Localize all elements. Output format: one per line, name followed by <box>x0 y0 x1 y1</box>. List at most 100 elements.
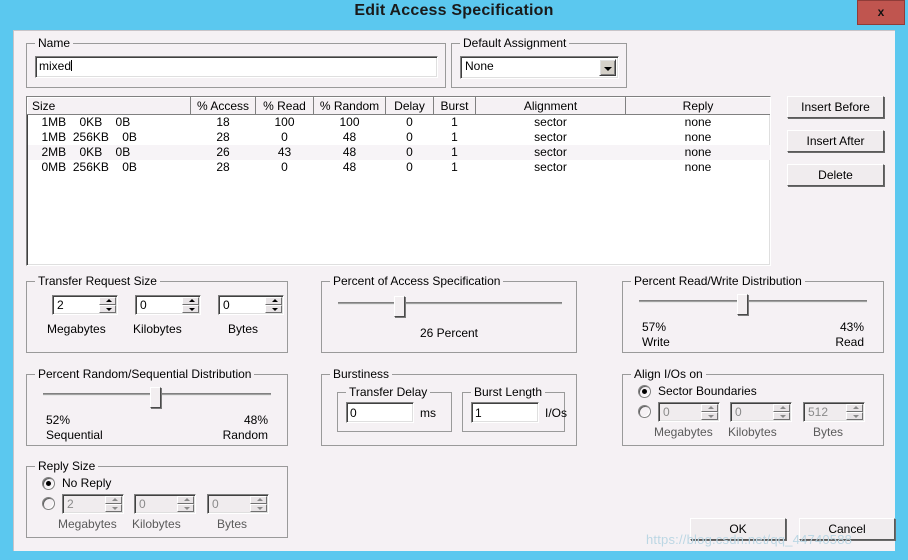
cell-burst: 1 <box>433 144 476 160</box>
align-megabytes-stepper[interactable]: 0 <box>658 402 720 422</box>
chevron-down-icon[interactable] <box>599 59 616 76</box>
transfer-megabytes-stepper[interactable]: 2 <box>52 295 118 315</box>
insert-after-button[interactable]: Insert After <box>787 130 884 152</box>
stepper-up-icon[interactable] <box>182 297 199 305</box>
transfer-bytes-label: Bytes <box>228 322 259 336</box>
name-input-value: mixed <box>39 59 72 73</box>
stepper-up-icon[interactable] <box>250 496 267 504</box>
random-sequential-slider[interactable] <box>43 387 271 409</box>
slider-thumb[interactable] <box>394 296 405 317</box>
cell-reply: none <box>684 115 712 130</box>
table-row[interactable]: 1MB 0KB 0B 18 100 100 0 1 sector none <box>28 115 771 130</box>
stepper-up-icon[interactable] <box>99 297 116 305</box>
stepper-up-icon[interactable] <box>265 297 282 305</box>
stepper-up-icon[interactable] <box>773 404 790 412</box>
transfer-kilobytes-stepper[interactable]: 0 <box>135 295 201 315</box>
align-kilobytes-stepper[interactable]: 0 <box>730 402 792 422</box>
stepper-up-icon[interactable] <box>846 404 863 412</box>
col-alignment[interactable]: Alignment <box>475 97 626 115</box>
name-input[interactable]: mixed <box>35 56 438 78</box>
cell-read: 0 <box>281 160 288 174</box>
ok-button[interactable]: OK <box>690 518 786 540</box>
percent-of-access-slider[interactable] <box>338 296 562 318</box>
col-access[interactable]: % Access <box>190 97 256 115</box>
table-body: 1MB 0KB 0B 18 100 100 0 1 sector none 1M… <box>27 115 771 175</box>
stepper-down-icon[interactable] <box>701 412 718 420</box>
burst-length-input[interactable]: 1 <box>471 402 539 423</box>
no-reply-radio[interactable] <box>42 477 55 490</box>
reply-custom-radio[interactable] <box>42 497 55 510</box>
stepper-down-icon[interactable] <box>846 412 863 420</box>
col-size[interactable]: Size <box>27 97 191 115</box>
cell-size: 0MB 256KB 0B <box>41 160 137 174</box>
stepper-down-icon[interactable] <box>265 305 282 313</box>
access-spec-table[interactable]: Size % Access % Read % Random Delay Burs… <box>26 96 771 266</box>
slider-thumb[interactable] <box>150 387 161 408</box>
align-sector-radio[interactable] <box>638 385 651 398</box>
transfer-delay-value: 0 <box>350 406 357 420</box>
cancel-button[interactable]: Cancel <box>799 518 895 540</box>
title-bar: Edit Access Specification x <box>0 0 908 30</box>
cell-delay: 0 <box>406 130 413 144</box>
close-icon[interactable]: x <box>857 0 905 25</box>
col-reply[interactable]: Reply <box>625 97 770 115</box>
stepper-down-icon[interactable] <box>99 305 116 313</box>
col-burst[interactable]: Burst <box>433 97 476 115</box>
insert-before-button[interactable]: Insert Before <box>787 96 884 118</box>
align-bytes-stepper[interactable]: 512 <box>803 402 865 422</box>
reply-bytes-value: 0 <box>212 497 219 511</box>
default-assignment-select[interactable]: None <box>460 56 619 79</box>
table-row[interactable]: 1MB 256KB 0B 28 0 48 0 1 sector none <box>28 130 771 145</box>
percent-of-access-group: Percent of Access Specification 26 Perce… <box>321 274 577 353</box>
reply-bytes-label: Bytes <box>217 517 248 531</box>
dialog-client-area: Name mixed Default Assignment None Size … <box>13 30 895 551</box>
col-delay[interactable]: Delay <box>385 97 434 115</box>
stepper-down-icon[interactable] <box>250 504 267 512</box>
reply-kilobytes-label: Kilobytes <box>132 517 181 531</box>
reply-kilobytes-stepper[interactable]: 0 <box>134 494 196 514</box>
table-header-row: Size % Access % Read % Random Delay Burs… <box>27 97 770 115</box>
delete-button[interactable]: Delete <box>787 164 884 186</box>
read-write-slider[interactable] <box>639 294 867 316</box>
stepper-up-icon[interactable] <box>177 496 194 504</box>
slider-thumb[interactable] <box>737 294 748 315</box>
cell-access: 18 <box>216 115 230 130</box>
cell-access: 28 <box>216 160 230 174</box>
stepper-down-icon[interactable] <box>773 412 790 420</box>
stepper-down-icon[interactable] <box>105 504 122 512</box>
stepper-down-icon[interactable] <box>177 504 194 512</box>
slider-track <box>639 300 867 303</box>
sequential-label: Sequential <box>46 428 103 442</box>
reply-megabytes-stepper[interactable]: 2 <box>62 494 124 514</box>
default-assignment-label: Default Assignment <box>460 36 570 50</box>
cell-size: 1MB 256KB 0B <box>41 130 137 144</box>
slider-track <box>338 302 562 305</box>
cell-read: 43 <box>255 144 314 160</box>
transfer-delay-input[interactable]: 0 <box>346 402 414 423</box>
col-random[interactable]: % Random <box>313 97 386 115</box>
cell-access: 28 <box>216 130 230 144</box>
table-row[interactable]: 2MB 0KB 0B 26 43 48 0 1 sector none <box>27 144 770 160</box>
reply-bytes-stepper[interactable]: 0 <box>207 494 269 514</box>
text-caret <box>71 60 73 71</box>
cell-delay: 0 <box>406 115 413 130</box>
transfer-kilobytes-label: Kilobytes <box>133 322 182 336</box>
align-bytes-label: Bytes <box>813 425 844 439</box>
col-read[interactable]: % Read <box>255 97 314 115</box>
reply-size-label: Reply Size <box>35 459 99 473</box>
cell-delay: 0 <box>385 144 434 160</box>
table-row[interactable]: 0MB 256KB 0B 28 0 48 0 1 sector none <box>28 160 771 175</box>
cell-read: 0 <box>281 130 288 144</box>
align-megabytes-value: 0 <box>663 405 670 419</box>
transfer-request-size-group: Transfer Request Size 2 Megabytes 0 Kilo… <box>26 274 288 353</box>
stepper-up-icon[interactable] <box>701 404 718 412</box>
delete-label: Delete <box>818 168 853 182</box>
transfer-bytes-stepper[interactable]: 0 <box>218 295 284 315</box>
cell-random: 100 <box>339 115 360 130</box>
align-custom-radio[interactable] <box>638 405 651 418</box>
read-percent: 43% <box>839 320 864 334</box>
burst-length-unit: I/Os <box>545 406 568 420</box>
stepper-up-icon[interactable] <box>105 496 122 504</box>
name-group: Name mixed <box>26 36 446 88</box>
stepper-down-icon[interactable] <box>182 305 199 313</box>
